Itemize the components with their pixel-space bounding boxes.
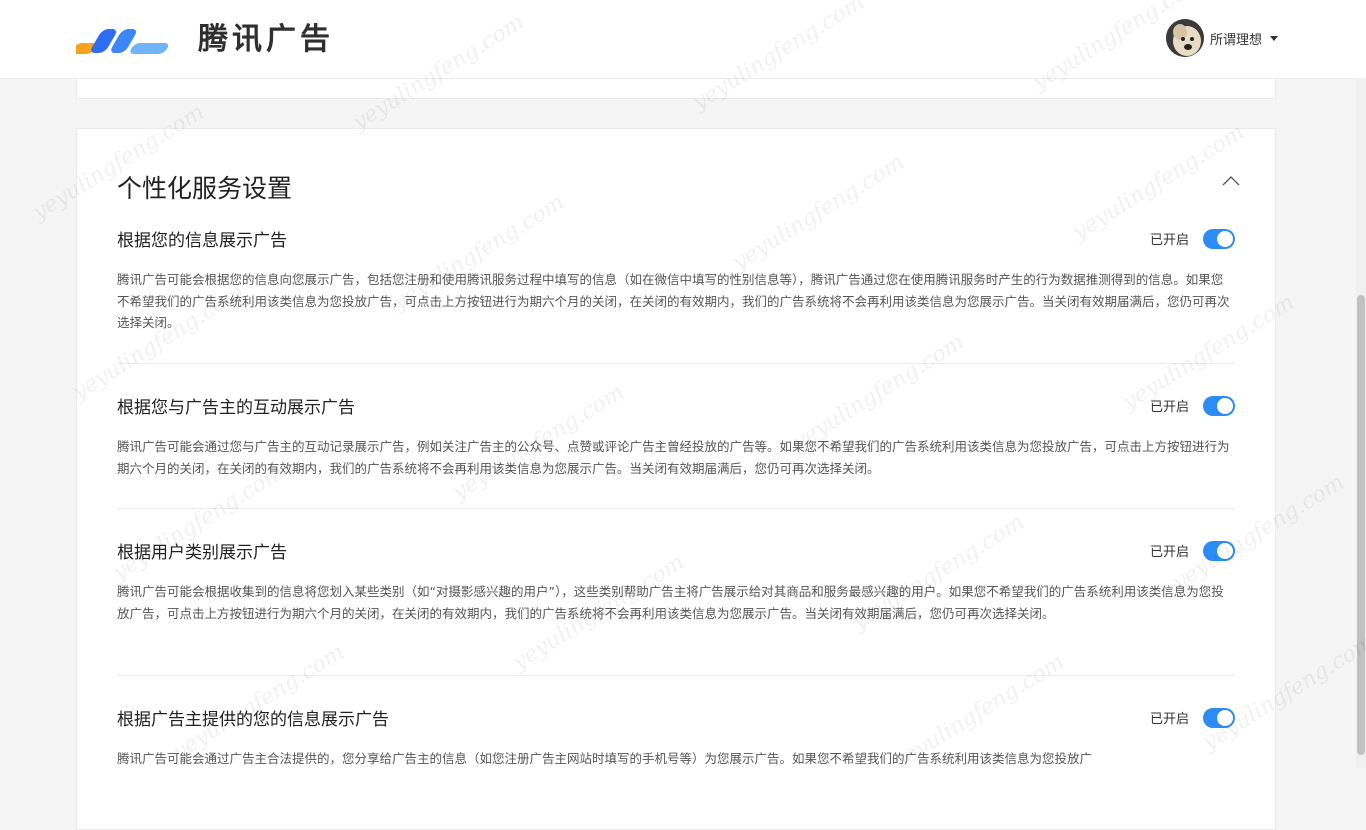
section-description: 腾讯广告可能会根据收集到的信息将您划入某些类别（如“对摄影感兴趣的用户”），这些… <box>117 584 1224 621</box>
status-label: 已开启 <box>1149 712 1189 727</box>
caret-down-icon[interactable] <box>1270 35 1278 41</box>
logo-mark-icon <box>76 29 169 54</box>
status-label: 已开启 <box>1149 400 1189 415</box>
chevron-up-icon[interactable] <box>1221 174 1241 188</box>
divider <box>117 675 1235 676</box>
status-label: 已开启 <box>1149 545 1189 560</box>
toggle-switch[interactable] <box>1203 396 1235 416</box>
card-title: 个性化服务设置 <box>117 174 293 203</box>
toggle-knob <box>1217 543 1233 559</box>
toggle-knob <box>1217 398 1233 414</box>
toggle-switch[interactable] <box>1203 708 1235 728</box>
user-menu[interactable]: 所谓理想 <box>1165 18 1278 58</box>
toggle-knob <box>1217 710 1233 726</box>
toggle-switch[interactable] <box>1203 229 1235 249</box>
section-description: 腾讯广告可能会通过您与广告主的互动记录展示广告，例如关注广告主的公众号、点赞或评… <box>117 439 1230 476</box>
divider <box>117 508 1235 509</box>
username[interactable]: 所谓理想 <box>1210 29 1262 48</box>
toggle-knob <box>1217 231 1233 247</box>
divider <box>117 363 1235 364</box>
avatar[interactable] <box>1165 19 1204 57</box>
vertical-scrollbar[interactable] <box>1356 78 1366 768</box>
status-label: 已开启 <box>1149 233 1189 248</box>
section-description: 腾讯广告可能会通过广告主合法提供的，您分享给广告主的信息（如您注册广告主网站时填… <box>117 751 1093 766</box>
section-title: 根据您的信息展示广告 <box>117 231 287 251</box>
section-description: 腾讯广告可能会根据您的信息向您展示广告，包括您注册和使用腾讯服务过程中填写的信息… <box>117 272 1230 330</box>
toggle-switch[interactable] <box>1203 541 1235 561</box>
tencent-ads-logo[interactable]: 腾讯广告 <box>76 22 334 58</box>
section-title: 根据您与广告主的互动展示广告 <box>117 398 355 418</box>
top-header: 腾讯广告 所谓理想 <box>0 0 1366 79</box>
personalized-service-card: 个性化服务设置 根据您的信息展示广告 已开启 腾讯广告可能会根据您的信息向您展示… <box>76 128 1276 830</box>
section-title: 根据广告主提供的您的信息展示广告 <box>117 710 389 730</box>
scrollbar-thumb[interactable] <box>1357 295 1365 755</box>
section-title: 根据用户类别展示广告 <box>117 543 287 563</box>
logo-text: 腾讯广告 <box>198 22 334 57</box>
